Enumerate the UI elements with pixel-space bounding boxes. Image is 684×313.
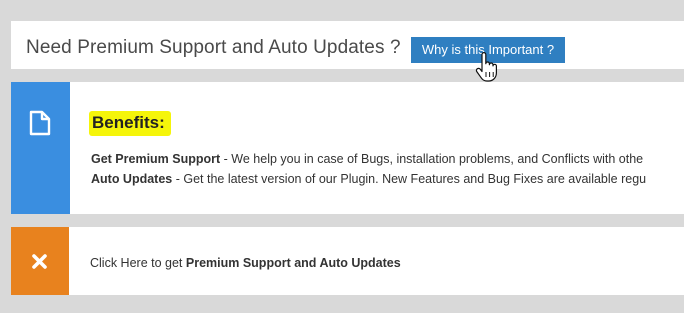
benefit-text: - We help you in case of Bugs, installat… (220, 152, 644, 166)
benefit-item-updates: Auto Updates - Get the latest version of… (91, 172, 646, 186)
benefit-label: Get Premium Support (91, 152, 221, 166)
premium-header-panel: Need Premium Support and Auto Updates ? … (11, 21, 684, 69)
close-icon (32, 254, 47, 269)
get-premium-link[interactable]: Click Here to get Premium Support and Au… (90, 256, 401, 270)
header-title: Need Premium Support and Auto Updates ? (26, 37, 401, 58)
get-premium-notice: Click Here to get Premium Support and Au… (11, 227, 684, 295)
benefits-icon-strip (11, 82, 70, 214)
benefit-text: - Get the latest version of our Plugin. … (172, 172, 647, 186)
benefit-label: Auto Updates (91, 172, 173, 186)
hand-pointer-cursor-icon (475, 52, 497, 82)
get-premium-prefix: Click Here to get (90, 256, 186, 270)
benefit-item-support: Get Premium Support - We help you in cas… (91, 152, 643, 166)
benefits-notice: Benefits: Get Premium Support - We help … (11, 82, 684, 214)
document-icon (29, 110, 51, 136)
benefits-heading: Benefits: (89, 111, 171, 136)
get-premium-bold: Premium Support and Auto Updates (185, 256, 401, 270)
dismiss-button[interactable] (11, 227, 69, 295)
